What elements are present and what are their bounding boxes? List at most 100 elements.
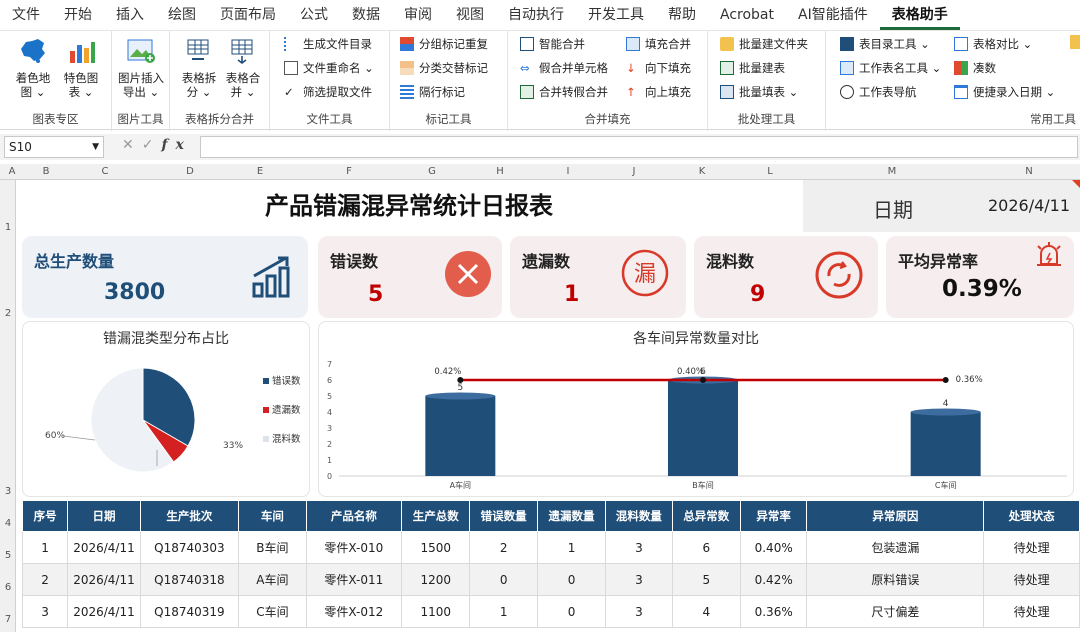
table-cell[interactable]: 0.42% [739,563,808,596]
menu-item[interactable]: 表格助手 [879,0,960,30]
column-header[interactable]: K [684,166,720,177]
group-mark-duplicate-button[interactable]: 分组标记重复 [400,33,488,55]
batch-create-sheet-button[interactable]: 批量建表 [720,57,785,79]
menu-item[interactable]: 页面布局 [208,0,288,30]
column-header[interactable]: G [414,166,450,177]
table-cell[interactable]: 1200 [401,563,471,596]
row-header[interactable]: 3 [0,486,16,497]
row-header[interactable]: 7 [0,614,16,625]
table-cell[interactable]: 尺寸偏差 [806,595,985,628]
table-cell[interactable]: 4 [671,595,741,628]
merge-to-fake-button[interactable]: 合并转假合并 [520,81,608,103]
quick-date-entry-button[interactable]: 便捷录入日期 ⌄ [954,81,1055,103]
row-header[interactable]: 5 [0,550,16,561]
category-alternate-mark-button[interactable]: 分类交替标记 [400,57,488,79]
menu-item[interactable]: 插入 [104,0,156,30]
menu-item[interactable]: 公式 [288,0,340,30]
confirm-icon[interactable]: ✓ [142,137,162,153]
column-header[interactable]: C [88,166,122,177]
table-cell[interactable]: 3 [21,595,69,628]
table-cell[interactable]: 0 [536,595,607,628]
menu-item[interactable]: 开始 [52,0,104,30]
column-header[interactable]: B [28,166,64,177]
table-cell[interactable]: Q18740319 [139,595,240,628]
file-rename-button[interactable]: 文件重命名 ⌄ [284,57,374,79]
table-cell[interactable]: 2026/4/11 [67,563,141,596]
column-header[interactable]: H [482,166,518,177]
table-cell[interactable]: Q18740303 [139,531,240,564]
make-up-number-button[interactable]: 凑数 [954,57,996,79]
column-header[interactable]: M [820,166,964,177]
image-insert-export-button[interactable]: 图片插入 导出 ⌄ [116,37,166,99]
table-cell[interactable]: 1 [536,531,607,564]
rate-point[interactable] [457,377,464,383]
formula-input[interactable] [200,136,1078,158]
batch-create-folder-button[interactable]: 批量建文件夹 [720,33,808,55]
table-cell[interactable]: 待处理 [983,531,1080,564]
fill-up-button[interactable]: ↑ 向上填充 [626,81,691,103]
table-cell[interactable]: 3 [605,595,673,628]
rate-point[interactable] [942,377,949,383]
sheet-name-tool-button[interactable]: 工作表名工具 ⌄ [840,57,941,79]
cancel-icon[interactable]: ✕ [122,137,142,153]
table-cell[interactable]: 零件X-010 [305,531,403,564]
column-header[interactable]: I [550,166,586,177]
menu-item[interactable]: Acrobat [708,0,786,30]
table-cell[interactable]: A车间 [238,563,307,596]
bar[interactable] [910,412,981,476]
table-cell[interactable]: 0.36% [739,595,808,628]
table-cell[interactable]: B车间 [238,531,307,564]
menu-item[interactable]: 视图 [444,0,496,30]
table-cell[interactable]: 待处理 [983,563,1080,596]
table-cell[interactable]: 5 [671,563,741,596]
table-merge-button[interactable]: 表格合 并 ⌄ [220,37,266,99]
table-cell[interactable]: 原料错误 [806,563,985,596]
sheet-navigation-button[interactable]: 工作表导航 [840,81,917,103]
table-cell[interactable]: 待处理 [983,595,1080,628]
table-cell[interactable]: 2 [21,563,69,596]
filter-extract-file-button[interactable]: ✓ 筛选提取文件 [284,81,372,103]
function-icon[interactable]: fx [161,137,191,153]
table-cell[interactable]: 0.40% [739,531,808,564]
sheet-directory-tool-button[interactable]: 表目录工具 ⌄ [840,33,930,55]
table-cell[interactable]: Q18740318 [139,563,240,596]
chevron-down-icon[interactable]: ▼ [92,137,99,157]
column-header[interactable]: N [1008,166,1050,177]
menu-item[interactable]: 自动执行 [496,0,576,30]
table-cell[interactable]: 0 [469,563,538,596]
table-compare-button[interactable]: 表格对比 ⌄ [954,33,1032,55]
rate-point[interactable] [700,377,706,383]
column-header[interactable]: D [172,166,208,177]
fill-merge-button[interactable]: 填充合并 [626,33,691,55]
menu-item[interactable]: 帮助 [656,0,708,30]
table-cell[interactable]: 零件X-011 [305,563,403,596]
table-cell[interactable]: 1 [21,531,69,564]
menu-item[interactable]: 开发工具 [576,0,656,30]
menu-item[interactable]: 绘图 [156,0,208,30]
sum-icon[interactable] [1070,35,1080,49]
menu-item[interactable]: AI智能插件 [786,0,880,30]
table-cell[interactable]: 0 [536,563,607,596]
table-cell[interactable]: 3 [605,563,673,596]
column-header[interactable]: L [752,166,788,177]
table-cell[interactable]: 2026/4/11 [67,531,141,564]
name-box[interactable]: S10 ▼ [4,136,104,158]
row-header[interactable]: 4 [0,518,16,529]
table-cell[interactable]: 2 [469,531,538,564]
colored-map-button[interactable]: 着色地 图 ⌄ [10,37,56,99]
generate-file-list-button[interactable]: 生成文件目录 [284,33,372,55]
row-header[interactable]: 2 [0,308,16,319]
date-value[interactable]: 2026/4/11 [988,196,1070,215]
column-header[interactable]: A [4,166,20,177]
table-cell[interactable]: 1 [469,595,538,628]
table-cell[interactable]: 零件X-012 [305,595,403,628]
column-header[interactable]: F [326,166,372,177]
bar[interactable] [425,396,496,476]
table-cell[interactable]: 2026/4/11 [67,595,141,628]
column-header[interactable]: E [244,166,276,177]
menu-item[interactable]: 审阅 [392,0,444,30]
table-cell[interactable]: 3 [605,531,673,564]
menu-item[interactable]: 文件 [0,0,52,30]
table-split-button[interactable]: 表格拆 分 ⌄ [176,37,222,99]
table-cell[interactable]: C车间 [238,595,307,628]
